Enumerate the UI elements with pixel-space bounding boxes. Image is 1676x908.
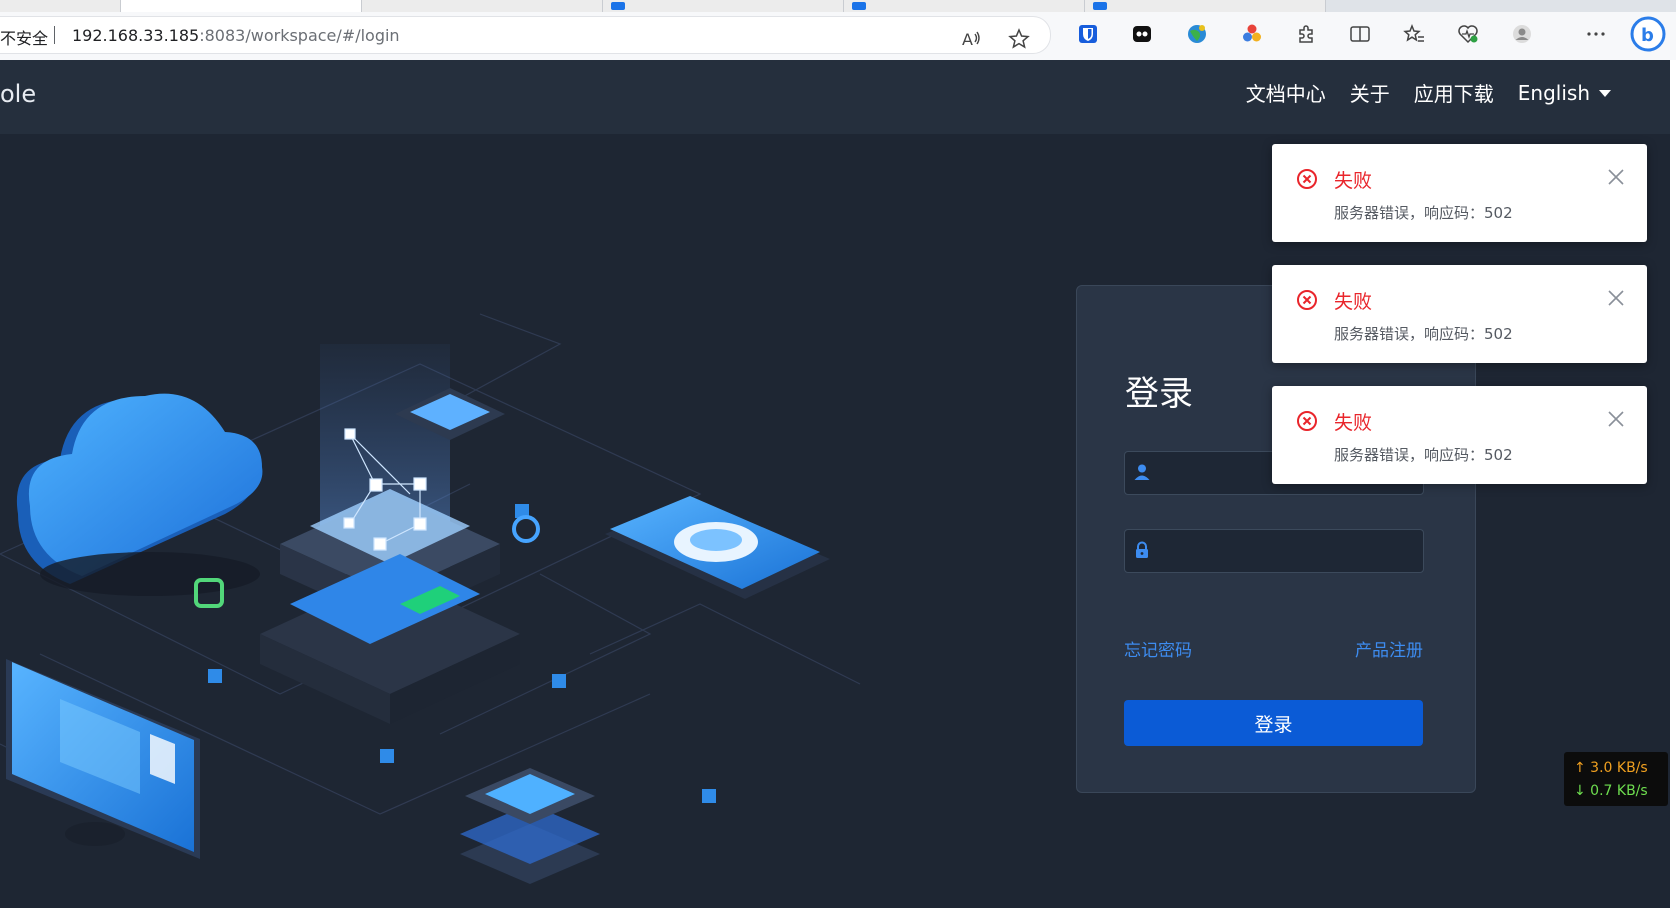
nav-download[interactable]: 应用下载 [1414, 78, 1494, 107]
notification-title: 失败 [1334, 291, 1373, 313]
product-register-link[interactable]: 产品注册 [1355, 636, 1423, 661]
browser-essentials-icon[interactable] [1454, 20, 1482, 48]
browser-tab[interactable] [0, 0, 121, 12]
upload-speed: ↑ 3.0 KB/s [1574, 760, 1648, 776]
password-input[interactable] [1159, 536, 1413, 566]
network-speed-widget: ↑ 3.0 KB/s ↓ 0.7 KB/s [1564, 752, 1668, 806]
login-title: 登录 [1125, 374, 1193, 414]
tab-strip [0, 0, 1676, 12]
tab-favicon-icon [611, 2, 625, 10]
site-header: ole 文档中心 关于 应用下载 English [0, 60, 1670, 134]
nav-about[interactable]: 关于 [1350, 78, 1390, 107]
favorites-icon[interactable] [1400, 20, 1428, 48]
caret-down-icon [1599, 89, 1611, 97]
bitwarden-icon[interactable] [1074, 20, 1102, 48]
download-speed: ↓ 0.7 KB/s [1574, 783, 1648, 799]
notification-title: 失败 [1334, 170, 1373, 192]
extension-color-icon[interactable] [1238, 20, 1266, 48]
close-icon[interactable] [1607, 289, 1625, 307]
error-circle-icon [1297, 169, 1317, 189]
lock-icon [1136, 541, 1148, 558]
nav-docs[interactable]: 文档中心 [1246, 78, 1326, 107]
phone-device [605, 496, 830, 599]
notification-message: 服务器错误，响应码：502 [1334, 325, 1513, 343]
login-page: ole 文档中心 关于 应用下载 English 登录 忘记密码 产品注册 登录… [0, 60, 1670, 908]
server-tower [260, 344, 520, 724]
extensions-puzzle-icon[interactable] [1292, 20, 1320, 48]
extension-globe-icon[interactable] [1183, 20, 1211, 48]
brand-name: ole [0, 80, 37, 108]
error-notification: 失败 服务器错误，响应码：502 [1272, 144, 1647, 242]
hero-illustration [0, 313, 861, 884]
cloud-shape [16, 393, 263, 596]
tab-favicon-icon [852, 2, 866, 10]
copilot-icon[interactable]: b [1630, 16, 1666, 52]
browser-tab-active[interactable] [121, 0, 362, 12]
error-notification: 失败 服务器错误，响应码：502 [1272, 265, 1647, 363]
tab-favicon-icon [1093, 2, 1107, 10]
forgot-password-link[interactable]: 忘记密码 [1124, 636, 1192, 661]
top-nav: 文档中心 关于 应用下载 English [1246, 78, 1612, 107]
page-edge [1670, 60, 1676, 908]
monitor-device [6, 659, 200, 859]
more-icon[interactable] [1582, 20, 1610, 48]
address-bar[interactable]: 不安全 192.168.33.185:8083/workspace/#/logi… [0, 16, 1051, 54]
url-path: :8083/workspace/#/login [199, 26, 400, 45]
user-icon [1134, 464, 1150, 480]
chip-stack [460, 768, 600, 884]
password-field[interactable] [1124, 529, 1424, 573]
language-label: English [1517, 80, 1590, 105]
profile-icon[interactable] [1508, 20, 1536, 48]
notification-title: 失败 [1334, 412, 1373, 434]
extension-dark-icon[interactable] [1128, 20, 1156, 48]
browser-tab[interactable] [1085, 0, 1326, 12]
svg-text:A: A [962, 30, 973, 49]
favorite-star-icon[interactable] [1005, 25, 1033, 53]
browser-tab[interactable] [603, 0, 844, 12]
url-text[interactable]: 192.168.33.185:8083/workspace/#/login [72, 26, 400, 45]
security-label[interactable]: 不安全 [0, 25, 48, 49]
language-select[interactable]: English [1518, 81, 1612, 105]
address-separator [54, 26, 55, 44]
browser-toolbar: 不安全 192.168.33.185:8083/workspace/#/logi… [0, 12, 1676, 61]
browser-tab[interactable] [844, 0, 1085, 12]
error-circle-icon [1297, 290, 1317, 310]
url-host: 192.168.33.185 [72, 26, 200, 45]
error-notification: 失败 服务器错误，响应码：502 [1272, 386, 1647, 484]
login-button[interactable]: 登录 [1124, 700, 1423, 746]
error-circle-icon [1297, 411, 1317, 431]
notification-message: 服务器错误，响应码：502 [1334, 204, 1513, 222]
split-screen-icon[interactable] [1346, 20, 1374, 48]
close-icon[interactable] [1607, 410, 1625, 428]
svg-text:b: b [1641, 25, 1654, 46]
close-icon[interactable] [1607, 168, 1625, 186]
notification-message: 服务器错误，响应码：502 [1334, 446, 1513, 464]
browser-tab[interactable] [362, 0, 603, 12]
read-aloud-icon[interactable]: A [958, 25, 986, 53]
